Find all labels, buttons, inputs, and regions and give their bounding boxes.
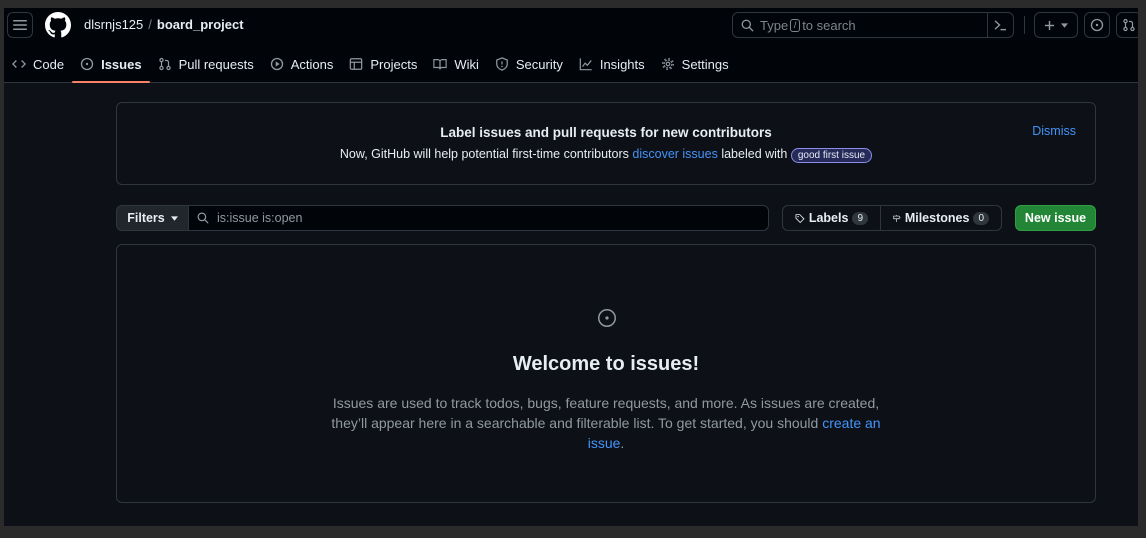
command-palette-button[interactable]	[987, 13, 1013, 37]
banner-text: Now, GitHub will help potential first-ti…	[117, 147, 1095, 163]
terminal-icon	[994, 19, 1006, 30]
repo-name-link[interactable]: board_project	[157, 17, 244, 32]
issue-search-query: is:issue is:open	[217, 211, 303, 225]
table-icon	[350, 58, 363, 70]
milestone-icon	[893, 214, 901, 222]
tab-pull-requests-label: Pull requests	[178, 56, 254, 72]
tab-pull-requests[interactable]: Pull requests	[150, 50, 262, 78]
tab-projects[interactable]: Projects	[341, 50, 425, 78]
issue-opened-icon	[80, 57, 94, 71]
discover-issues-link[interactable]: discover issues	[632, 147, 717, 161]
blankslate-period: .	[620, 435, 625, 451]
search-icon	[741, 19, 754, 31]
filters-button[interactable]: Filters	[116, 205, 189, 231]
search-icon	[197, 212, 209, 224]
banner-title: Label issues and pull requests for new c…	[440, 125, 772, 140]
git-pull-request-icon	[1123, 18, 1135, 32]
search-placeholder-suffix: to search	[802, 17, 856, 33]
github-window: dlsrnjs125 / board_project Type / to searc…	[4, 8, 1138, 526]
hamburger-icon	[13, 20, 27, 30]
gear-icon	[661, 58, 674, 70]
labels-count: 9	[852, 211, 868, 225]
graph-icon	[579, 58, 592, 71]
breadcrumb-separator: /	[148, 17, 152, 32]
shield-icon	[496, 57, 508, 71]
milestones-label: Milestones	[904, 211, 970, 225]
caret-down-icon	[1061, 22, 1068, 28]
tab-settings[interactable]: Settings	[653, 50, 737, 78]
tab-projects-label: Projects	[370, 56, 418, 72]
tab-wiki-label: Wiki	[454, 56, 479, 72]
tab-insights[interactable]: Insights	[571, 50, 653, 78]
book-icon	[433, 59, 448, 70]
tab-security-label: Security	[515, 56, 563, 72]
tab-issues-label: Issues	[101, 56, 142, 72]
issue-search-input[interactable]: is:issue is:open	[188, 205, 769, 231]
search-shortcut-key: /	[790, 18, 801, 32]
code-icon	[12, 60, 26, 68]
caret-down-icon	[170, 215, 178, 221]
dismiss-button[interactable]: Dismiss	[1032, 124, 1076, 138]
milestones-count: 0	[973, 211, 989, 225]
your-pull-requests-button[interactable]	[1116, 12, 1138, 38]
tab-settings-label: Settings	[681, 56, 729, 72]
repo-nav: Code Issues Pull requests Actions Projec…	[4, 50, 737, 83]
global-search-input[interactable]: Type / to search	[732, 12, 1014, 38]
git-pull-request-icon	[158, 57, 171, 71]
blankslate-text: Issues are used to track todos, bugs, fe…	[331, 395, 880, 431]
good-first-issue-label[interactable]: good first issue	[790, 148, 873, 163]
tab-insights-label: Insights	[599, 56, 645, 72]
github-logo-icon[interactable]	[45, 12, 71, 38]
contributor-banner: Label issues and pull requests for new c…	[116, 102, 1096, 185]
issues-blankslate: Welcome to issues! Issues are used to tr…	[116, 244, 1096, 503]
tab-issues[interactable]: Issues	[72, 50, 151, 83]
issue-opened-icon	[1090, 18, 1104, 32]
labels-label: Labels	[808, 211, 849, 225]
plus-icon	[1044, 20, 1055, 30]
header-divider	[1024, 16, 1025, 34]
play-icon	[270, 57, 283, 71]
tab-security[interactable]: Security	[487, 50, 571, 78]
tab-actions[interactable]: Actions	[262, 50, 342, 78]
banner-text-before: Now, GitHub will help potential first-ti…	[339, 147, 629, 161]
filters-label: Filters	[127, 211, 165, 225]
repo-owner-link[interactable]: dlsrnjs125	[84, 17, 143, 32]
issue-opened-icon	[598, 309, 616, 327]
banner-text-after: labeled with	[721, 147, 788, 161]
tab-actions-label: Actions	[290, 56, 334, 72]
app-header: dlsrnjs125 / board_project Type / to searc…	[4, 8, 1138, 83]
your-issues-button[interactable]	[1084, 12, 1110, 38]
menu-button[interactable]	[7, 12, 33, 38]
blankslate-title: Welcome to issues!	[512, 353, 700, 375]
tag-icon	[795, 213, 805, 223]
tab-code[interactable]: Code	[4, 50, 72, 78]
search-placeholder-prefix: Type	[760, 17, 789, 33]
create-new-button[interactable]	[1034, 12, 1078, 38]
milestones-button[interactable]: Milestones 0	[880, 205, 1002, 231]
labels-button[interactable]: Labels 9	[782, 205, 881, 231]
tab-code-label: Code	[33, 56, 65, 72]
tab-wiki[interactable]: Wiki	[425, 50, 487, 78]
breadcrumb: dlsrnjs125 / board_project	[84, 17, 244, 32]
new-issue-button[interactable]: New issue	[1015, 205, 1096, 231]
blankslate-description: Issues are used to track todos, bugs, fe…	[317, 393, 895, 453]
